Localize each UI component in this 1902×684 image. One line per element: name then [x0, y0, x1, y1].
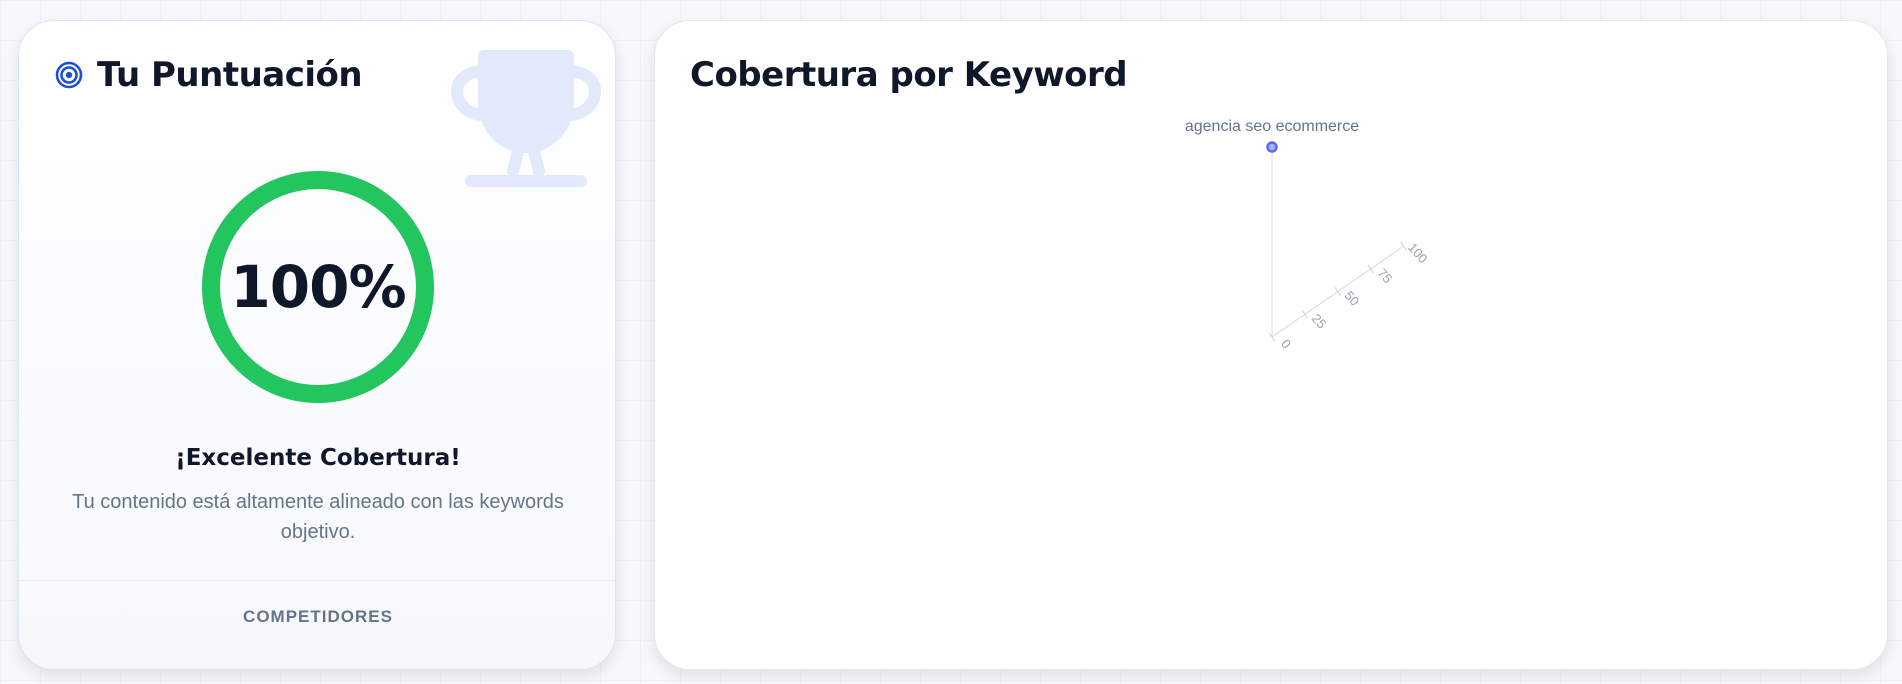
target-icon	[55, 61, 83, 89]
coverage-card: Cobertura por Keyword 0 25 50 75 100 agencia…	[654, 20, 1888, 670]
radar-category-label: agencia seo ecommerce	[1185, 118, 1359, 135]
status-title: ¡Excelente Cobertura!	[175, 445, 461, 471]
score-ring: 100%	[202, 171, 434, 403]
radar-tick-label: 100	[1405, 240, 1431, 266]
radar-tick-label: 0	[1278, 336, 1294, 351]
radar-tick-mark	[1301, 309, 1309, 319]
radar-tick-label: 25	[1309, 311, 1330, 332]
competitors-button[interactable]: COMPETIDORES	[19, 607, 615, 627]
score-card: Tu Puntuación 100% ¡Excelente Cobertura!…	[18, 20, 616, 670]
radar-tick-mark	[1367, 264, 1375, 274]
score-value: 100%	[230, 253, 406, 321]
radar-tick-label: 75	[1375, 265, 1396, 286]
score-card-title: Tu Puntuación	[97, 55, 363, 95]
score-card-header: Tu Puntuación	[55, 55, 363, 95]
radar-tick-mark	[1334, 287, 1342, 296]
trophy-icon	[451, 50, 601, 187]
keyword-radar-chart: 0 25 50 75 100 agencia seo ecommerce	[1185, 118, 1431, 352]
radar-tick-label: 50	[1342, 288, 1363, 309]
radar-data-point	[1266, 141, 1278, 153]
card-divider	[19, 580, 615, 581]
status-description: Tu contenido está altamente alineado con…	[72, 491, 564, 543]
